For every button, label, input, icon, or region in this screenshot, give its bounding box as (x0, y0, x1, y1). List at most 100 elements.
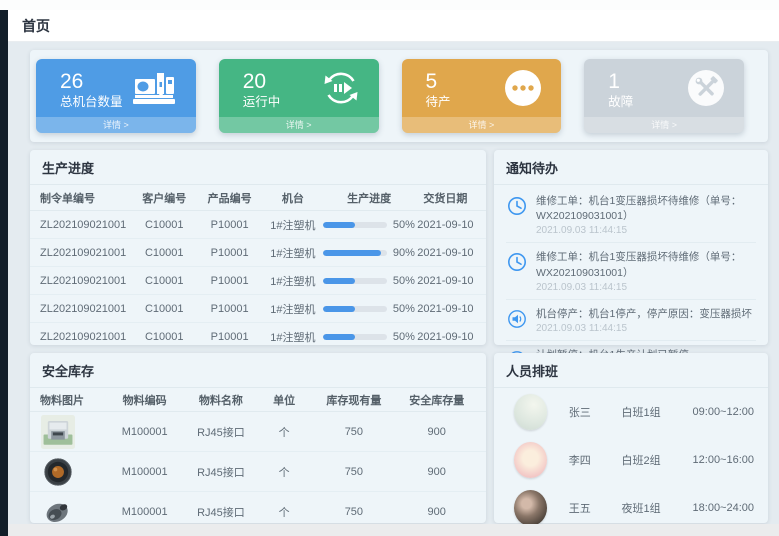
column-header: 机台 (262, 190, 323, 206)
machine-name: 1#注塑机 (262, 301, 323, 317)
person-time: 09:00~12:00 (693, 406, 754, 418)
top-strip (0, 0, 779, 10)
stat-label: 待产 (426, 94, 451, 111)
panel-title: 人员排班 (494, 353, 768, 388)
progress-bar (323, 334, 387, 340)
safety-stock: 900 (397, 466, 475, 478)
notification-item[interactable]: 机台停产：机台1停产，停产原因：变压器损坏 2021.09.03 11:44:1… (506, 300, 756, 341)
progress-cell: 50% (323, 219, 415, 231)
column-header: 客户编号 (132, 190, 197, 206)
product-no: P10001 (197, 219, 262, 231)
progress-label: 50% (393, 219, 415, 231)
stat-value: 20 (243, 70, 281, 94)
stat-card-waiting[interactable]: 5 待产 详情 > (402, 59, 562, 133)
header-bar: 首页 (8, 10, 779, 42)
production-progress-panel: 生产进度 制令单编号 客户编号 产品编号 机台 生产进度 交货日期 ZL2021… (30, 150, 486, 345)
person-time: 12:00~16:00 (693, 454, 754, 466)
schedule-row: 张三 白班1组 09:00~12:00 (494, 388, 768, 436)
column-header: 物料编码 (105, 392, 183, 408)
table-row: M100001 RJ45接口 个 750 900 (30, 412, 486, 452)
column-header: 库存现有量 (310, 392, 397, 408)
progress-label: 50% (393, 331, 415, 343)
table-row: ZL202109021001 C10001 P10001 1#注塑机 90% 2… (30, 239, 486, 267)
column-header: 交货日期 (415, 190, 476, 206)
column-header: 单位 (258, 392, 310, 408)
stat-label: 运行中 (243, 94, 281, 111)
tab-home[interactable]: 首页 (22, 16, 50, 36)
person-shift: 白班2组 (622, 452, 693, 468)
stat-value: 26 (60, 70, 123, 94)
person-name: 王五 (569, 500, 622, 516)
column-header: 制令单编号 (40, 190, 132, 206)
stat-card-fault[interactable]: 1 故障 (584, 59, 744, 133)
safety-stock-panel: 安全库存 物料图片 物料编码 物料名称 单位 库存现有量 安全库存量 (30, 353, 486, 523)
customer-no: C10001 (132, 247, 197, 259)
column-header: 物料名称 (184, 392, 258, 408)
table-row: ZL202109021001 C10001 P10001 1#注塑机 50% 2… (30, 323, 486, 351)
stat-card-running[interactable]: 20 运行中 (219, 59, 379, 133)
material-image-speaker-front (40, 455, 76, 489)
progress-bar (323, 278, 387, 284)
machine-name: 1#注塑机 (262, 329, 323, 345)
material-code: M100001 (105, 466, 183, 478)
notification-item[interactable]: 维修工单：机台1变压器损坏待维修（单号：WX202109031001） 2021… (506, 187, 756, 243)
notification-time: 2021.09.03 11:44:15 (536, 282, 756, 293)
delivery-date: 2021-09-10 (415, 247, 476, 259)
person-shift: 夜班1组 (622, 500, 693, 516)
product-no: P10001 (197, 303, 262, 315)
person-shift: 白班1组 (622, 404, 693, 420)
avatar (514, 442, 547, 478)
material-name: RJ45接口 (184, 504, 258, 520)
safety-stock: 900 (397, 426, 475, 438)
customer-no: C10001 (132, 275, 197, 287)
current-stock: 750 (310, 506, 397, 518)
column-header: 产品编号 (197, 190, 262, 206)
notification-item[interactable]: 维修工单：机台1变压器损坏待维修（单号：WX202109031001） 2021… (506, 243, 756, 299)
stat-detail-link[interactable]: 详情 > (402, 117, 562, 133)
stat-label: 总机台数量 (60, 94, 123, 111)
progress-bar (323, 222, 387, 228)
main-area: 首页 26 总机台数量 (8, 10, 779, 524)
stat-detail-link[interactable]: 详情 > (219, 117, 379, 133)
delivery-date: 2021-09-10 (415, 219, 476, 231)
order-no: ZL202109021001 (40, 331, 132, 343)
machine-icon (132, 69, 178, 112)
progress-bar (323, 306, 387, 312)
notification-list: 维修工单：机台1变压器损坏待维修（单号：WX202109031001） 2021… (494, 185, 768, 381)
table-row: ZL202109021001 C10001 P10001 1#注塑机 50% 2… (30, 295, 486, 323)
material-name: RJ45接口 (184, 424, 258, 440)
progress-label: 50% (393, 303, 415, 315)
stat-card-total-machines[interactable]: 26 总机台数量 (36, 59, 196, 133)
stat-card-body: 1 故障 (584, 59, 744, 117)
stat-value: 5 (426, 70, 451, 94)
dashboard-screen: 首页 26 总机台数量 (0, 0, 779, 536)
machine-name: 1#注塑机 (262, 217, 323, 233)
table-row: ZL202109021001 C10001 P10001 1#注塑机 50% 2… (30, 211, 486, 239)
notification-time: 2021.09.03 11:44:15 (536, 323, 756, 334)
person-time: 18:00~24:00 (693, 502, 754, 514)
progress-label: 90% (393, 247, 415, 259)
material-code: M100001 (105, 426, 183, 438)
stat-cards-panel: 26 总机台数量 (30, 50, 768, 142)
progress-bar (323, 250, 387, 256)
product-no: P10001 (197, 275, 262, 287)
order-no: ZL202109021001 (40, 219, 132, 231)
notification-text: 维修工单：机台1变压器损坏待维修（单号：WX202109031001） (536, 194, 756, 224)
notifications-panel: 通知待办 维修工单：机台1变压器损坏待维修（单号：WX202109031001） (494, 150, 768, 345)
delivery-date: 2021-09-10 (415, 303, 476, 315)
progress-cell: 50% (323, 303, 415, 315)
stat-detail-link[interactable]: 详情 > (36, 117, 196, 133)
progress-cell: 50% (323, 331, 415, 343)
safety-stock: 900 (397, 506, 475, 518)
bottom-scrollbar-track[interactable] (8, 524, 779, 536)
stat-card-body: 20 运行中 (219, 59, 379, 117)
ellipsis-icon (503, 68, 543, 113)
stat-card-body: 5 待产 (402, 59, 562, 117)
personnel-schedule-panel: 人员排班 张三 白班1组 09:00~12:00 李四 白班2组 12:00~1… (494, 353, 768, 523)
progress-cell: 90% (323, 247, 415, 259)
schedule-row: 李四 白班2组 12:00~16:00 (494, 436, 768, 484)
product-no: P10001 (197, 331, 262, 343)
progress-label: 50% (393, 275, 415, 287)
order-no: ZL202109021001 (40, 275, 132, 287)
stat-detail-link[interactable]: 详情 > (584, 117, 744, 133)
